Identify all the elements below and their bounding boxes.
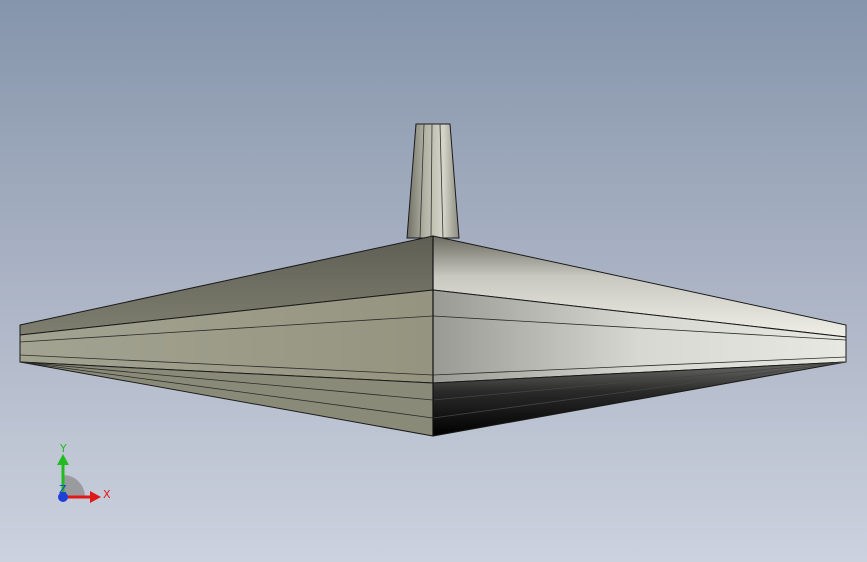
model-view[interactable] [0,0,867,562]
z-axis-label: Z [59,483,67,496]
graphics-viewport[interactable]: Y X Z [0,0,867,562]
spout[interactable] [406,123,460,239]
axis-triad[interactable]: Y X Z [46,440,126,510]
y-axis-label: Y [59,442,67,455]
x-axis-label: X [103,488,111,501]
